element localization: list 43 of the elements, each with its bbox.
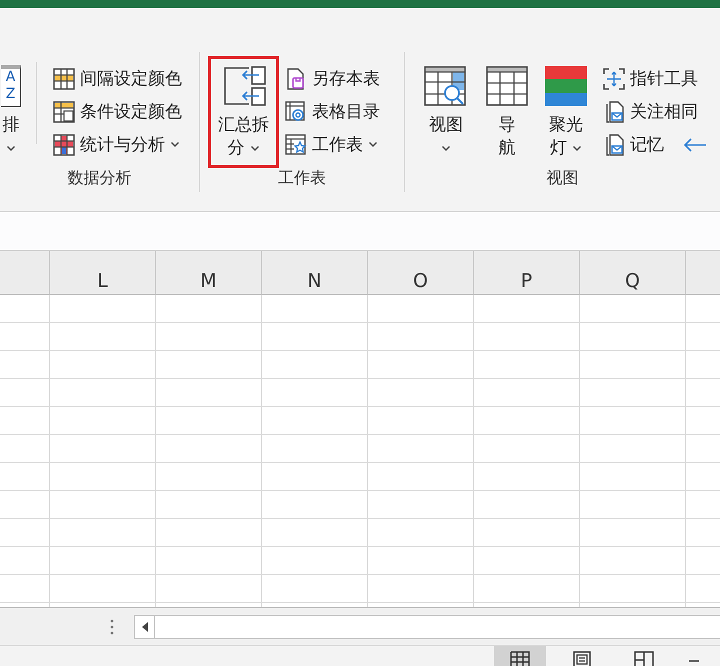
ribbon-menu-button[interactable]: 关注相同: [601, 95, 709, 128]
column-header[interactable]: P: [474, 251, 580, 294]
cell-grid[interactable]: [0, 295, 720, 607]
ribbon-button[interactable]: A Z 排: [0, 62, 22, 162]
column-header[interactable]: Q: [580, 251, 686, 294]
ribbon-button[interactable]: 视图: [419, 62, 473, 162]
save-document-icon: [285, 68, 307, 90]
view-button[interactable]: [494, 646, 546, 666]
ribbon-button[interactable]: 导 航: [481, 62, 533, 162]
sort-letter: A: [6, 69, 16, 86]
ribbon-menu-button[interactable]: 记忆: [601, 128, 709, 161]
horizontal-scrollbar[interactable]: [134, 614, 720, 638]
group-label: 工作表: [277, 166, 327, 188]
normal-view-icon: [510, 651, 530, 666]
column-header[interactable]: O: [368, 251, 474, 294]
pointer-frame-icon: [603, 68, 625, 90]
arrow-left-icon: [683, 138, 707, 152]
table-grid-icon: [485, 65, 529, 107]
ribbon-menu-button[interactable]: 条件设定颜色: [51, 95, 184, 128]
ribbon-menu-button[interactable]: 指针工具: [601, 62, 709, 95]
ribbon-menu-button[interactable]: 表格目录: [283, 95, 382, 128]
column-header[interactable]: N: [262, 251, 368, 294]
grid-note-icon: [53, 100, 75, 122]
ribbon-menu-button[interactable]: 另存本表: [283, 62, 382, 95]
triangle-left-icon: [142, 622, 148, 632]
ribbon-button[interactable]: 汇总拆 分: [214, 62, 273, 162]
group-label: 视图: [546, 166, 580, 188]
table-magnifier-icon: [423, 65, 469, 107]
table-swirl-icon: [285, 100, 307, 122]
column-header[interactable]: L: [50, 251, 156, 294]
group-label: 数据分析: [66, 166, 132, 188]
ribbon-menu-button[interactable]: 间隔设定颜色: [51, 62, 184, 95]
more-options-icon[interactable]: [110, 618, 114, 634]
ribbon-button[interactable]: 聚光 灯: [541, 62, 591, 162]
column-header[interactable]: M: [156, 251, 262, 294]
ribbon-menu-button[interactable]: 统计与分析: [51, 128, 184, 161]
sort-letter: Z: [6, 86, 16, 103]
grid-chart-icon: [53, 134, 75, 156]
striped-grid-icon: [53, 68, 75, 90]
page-break-icon: [634, 651, 654, 666]
ribbon-menu-button[interactable]: 工作表: [283, 128, 382, 161]
page-layout-icon: [572, 651, 592, 666]
color-bars-icon: [545, 66, 587, 106]
